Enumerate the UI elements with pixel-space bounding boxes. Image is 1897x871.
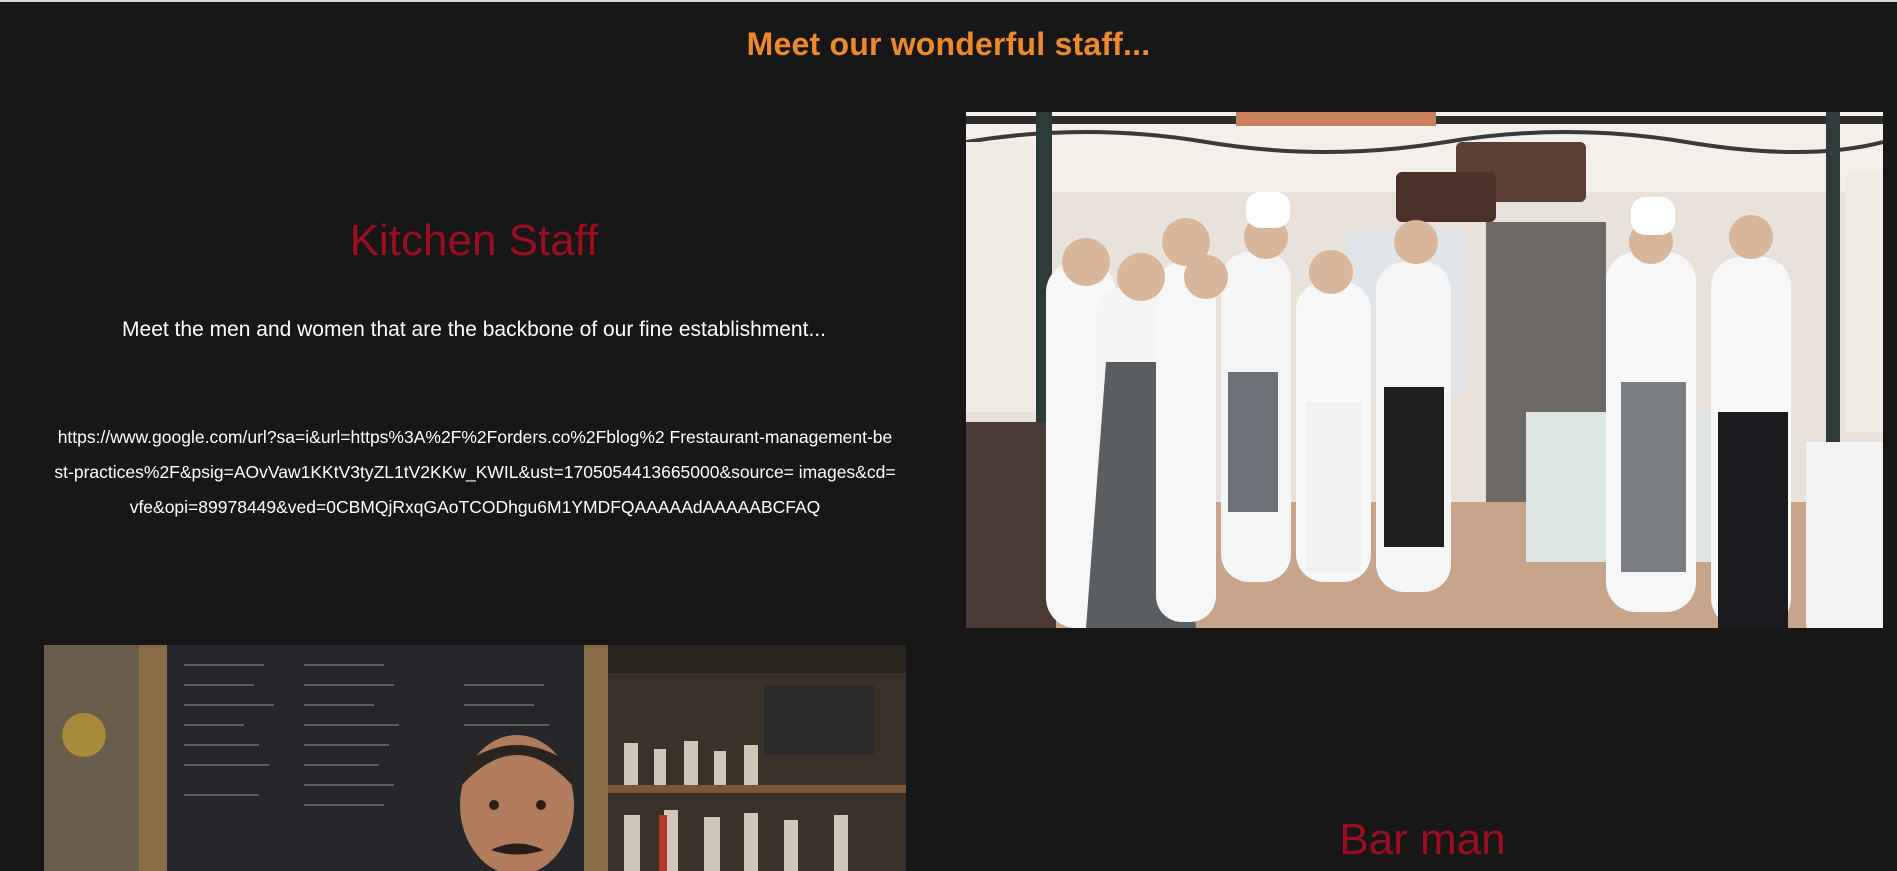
top-divider (0, 0, 1897, 2)
kitchen-staff-description: Meet the men and women that are the back… (122, 318, 826, 341)
kitchen-staff-heading: Kitchen Staff (349, 216, 599, 265)
kitchen-image-source-url: https://www.google.com/url?sa=i&url=http… (15, 420, 935, 525)
url-line: https://www.google.com/url?sa=i&url=http… (57, 427, 893, 447)
page-title: Meet our wonderful staff... (746, 26, 1151, 62)
bartender-photo (44, 645, 906, 871)
bar-man-heading: Bar man (1339, 815, 1506, 864)
kitchen-staff-photo (966, 112, 1883, 628)
url-line: st-practices%2F&psig=AOvVaw1KKtV3tyZL1tV… (54, 462, 896, 482)
url-line: vfe&opi=89978449&ved=0CBMQjRxqGAoTCODhgu… (129, 497, 821, 517)
